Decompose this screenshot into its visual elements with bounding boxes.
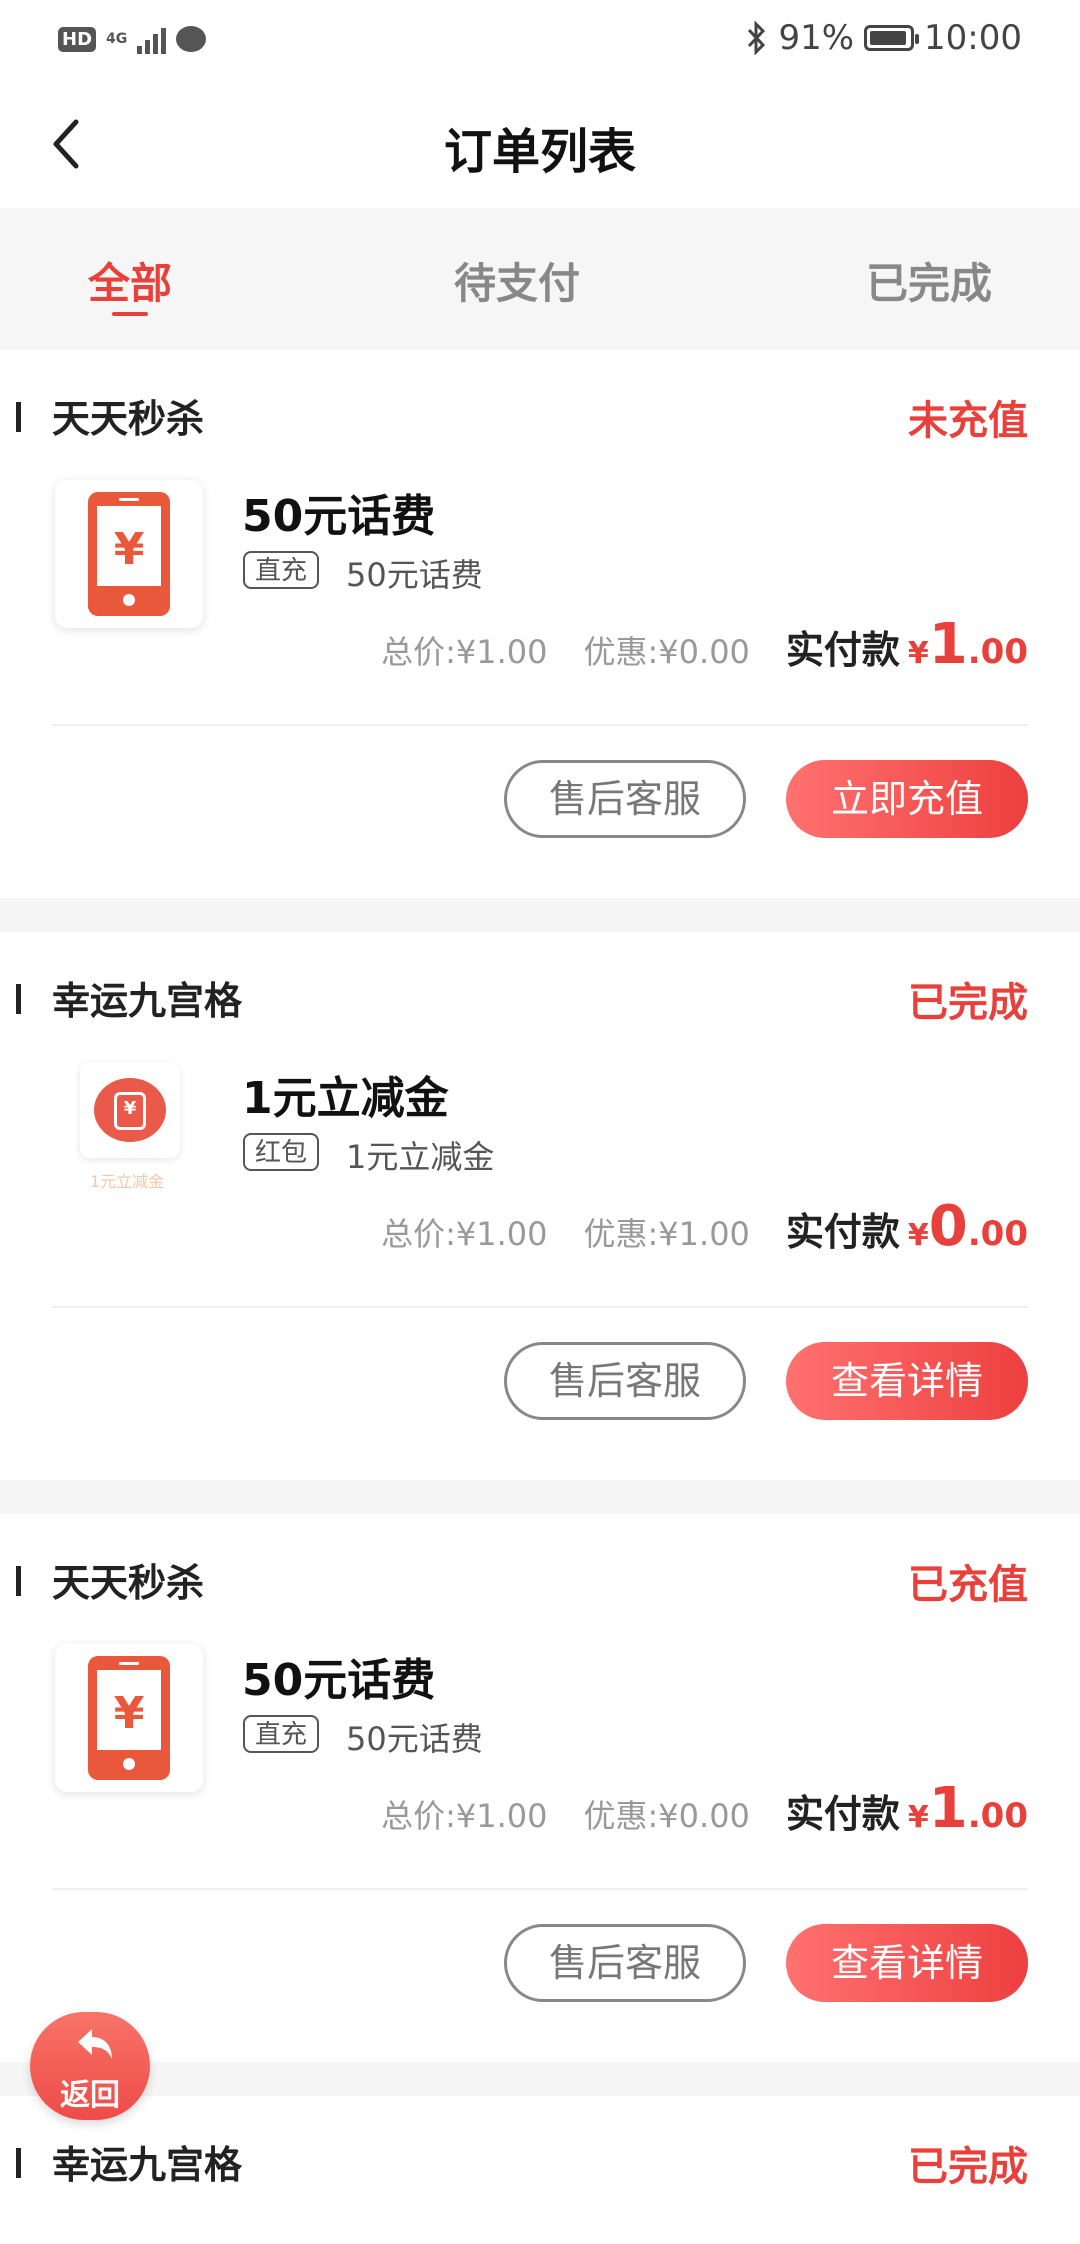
- shop-name: 幸运九宫格: [52, 979, 243, 1023]
- order-status: 未充值: [908, 398, 1028, 444]
- pay-amount-decimal: .00: [967, 1214, 1028, 1254]
- divider: [52, 1888, 1028, 1890]
- order-status: 已充值: [908, 1562, 1028, 1608]
- product-thumbnail: ¥: [55, 480, 203, 628]
- pay-currency: ¥: [907, 1218, 929, 1253]
- price-row: 总价: ¥1.00 优惠: ¥1.00 实付款 ¥ 0 .00: [381, 1194, 1028, 1259]
- product-subtitle: 1元立减金: [346, 1138, 495, 1176]
- floating-back-label: 返回: [60, 2078, 120, 2113]
- order-card: 天天秒杀 已充值 ¥ 50元话费 直充 50元话费 总价: ¥1.00 优惠: …: [0, 1514, 1080, 2062]
- after-sales-button[interactable]: 售后客服: [504, 1924, 746, 2002]
- shop-name: 幸运九宫格: [52, 2143, 243, 2187]
- product-title: 50元话费: [242, 491, 436, 542]
- product-tag: 直充: [243, 1715, 320, 1753]
- product-subtitle: 50元话费: [346, 556, 483, 594]
- pay-amount-integer: 1: [928, 1776, 968, 1841]
- section-marker: [16, 984, 21, 1014]
- phone-recharge-icon: ¥: [88, 1656, 170, 1780]
- order-status: 已完成: [908, 2144, 1028, 2190]
- pay-currency: ¥: [907, 1800, 929, 1835]
- nav-header: 订单列表: [0, 80, 1080, 208]
- order-card: 幸运九宫格 已完成 ¥ 1元立减金 1元立减金 红包 1元立减金 总价: ¥1.…: [0, 932, 1080, 1480]
- product-thumbnail: ¥: [80, 1062, 180, 1158]
- pay-label: 实付款: [785, 1210, 900, 1254]
- total-label: 总价:: [381, 1797, 456, 1835]
- recharge-now-button[interactable]: 立即充值: [786, 760, 1028, 838]
- total-value: ¥1.00: [455, 1797, 548, 1835]
- tab-pending-payment[interactable]: 待支付: [454, 250, 580, 311]
- total-label: 总价:: [381, 633, 456, 671]
- discount-value: ¥1.00: [658, 1215, 750, 1253]
- order-header: 天天秒杀 已充值: [0, 1514, 1080, 1644]
- product-title: 1元立减金: [242, 1073, 449, 1124]
- divider: [52, 1306, 1028, 1308]
- clock: 10:00: [924, 18, 1022, 58]
- pay-currency: ¥: [907, 636, 929, 671]
- status-right: 91% 10:00: [746, 18, 1022, 58]
- discount-value: ¥0.00: [658, 633, 750, 671]
- red-packet-icon: ¥: [94, 1078, 166, 1142]
- view-details-button[interactable]: 查看详情: [786, 1342, 1028, 1420]
- total-value: ¥1.00: [455, 633, 548, 671]
- page-title: 订单列表: [443, 124, 636, 180]
- after-sales-button[interactable]: 售后客服: [504, 760, 746, 838]
- order-header: 天天秒杀 未充值: [0, 350, 1080, 480]
- hd-badge: HD: [58, 26, 97, 52]
- pay-label: 实付款: [785, 1792, 900, 1836]
- discount-label: 优惠:: [583, 1215, 659, 1253]
- product-tag: 直充: [243, 551, 320, 589]
- svg-text:¥: ¥: [114, 1688, 145, 1739]
- divider: [52, 724, 1028, 726]
- thumbnail-caption: 1元立减金: [90, 1172, 165, 1191]
- order-card: 幸运九宫格 已完成: [0, 2096, 1080, 2244]
- total-label: 总价:: [381, 1215, 456, 1253]
- after-sales-button[interactable]: 售后客服: [504, 1342, 746, 1420]
- shop-name: 天天秒杀: [52, 1561, 205, 1605]
- discount-label: 优惠:: [583, 633, 659, 671]
- svg-text:¥: ¥: [114, 524, 145, 575]
- signal-icon: [137, 24, 167, 54]
- order-card: 天天秒杀 未充值 ¥ 50元话费 直充 50元话费 总价: ¥1.00 优惠: …: [0, 350, 1080, 898]
- phone-recharge-icon: ¥: [88, 492, 170, 616]
- section-marker: [16, 402, 21, 432]
- section-marker: [16, 1566, 21, 1596]
- view-details-button[interactable]: 查看详情: [786, 1924, 1028, 2002]
- return-arrow-icon: [78, 2029, 112, 2059]
- order-header: 幸运九宫格 已完成: [0, 2096, 1080, 2226]
- message-icon: [176, 26, 207, 52]
- pay-amount-decimal: .00: [967, 632, 1028, 672]
- network-type: 4G: [106, 31, 128, 47]
- battery-percent: 91%: [778, 18, 855, 58]
- tab-bar: 全部 待支付 已完成: [0, 208, 1080, 350]
- product-subtitle: 50元话费: [346, 1720, 483, 1758]
- product-tag: 红包: [243, 1133, 320, 1171]
- pay-amount-decimal: .00: [967, 1796, 1028, 1836]
- section-marker: [16, 2148, 21, 2178]
- discount-value: ¥0.00: [658, 1797, 750, 1835]
- tab-active-indicator: [112, 312, 148, 316]
- bluetooth-icon: [748, 21, 766, 55]
- pay-label: 实付款: [785, 628, 900, 672]
- battery-icon: [864, 25, 920, 51]
- total-value: ¥1.00: [455, 1215, 548, 1253]
- product-title: 50元话费: [242, 1655, 436, 1706]
- order-header: 幸运九宫格 已完成: [0, 932, 1080, 1062]
- pay-amount-integer: 0: [928, 1194, 968, 1259]
- shop-name: 天天秒杀: [52, 397, 205, 441]
- pay-amount-integer: 1: [928, 612, 968, 677]
- status-bar: HD 4G 91% 10:00: [0, 0, 1080, 80]
- floating-back-button[interactable]: 返回: [30, 2012, 150, 2120]
- price-row: 总价: ¥1.00 优惠: ¥0.00 实付款 ¥ 1 .00: [381, 1776, 1028, 1841]
- tab-all[interactable]: 全部: [88, 250, 172, 311]
- tab-completed[interactable]: 已完成: [866, 250, 992, 311]
- price-row: 总价: ¥1.00 优惠: ¥0.00 实付款 ¥ 1 .00: [381, 612, 1028, 677]
- status-left: HD 4G: [58, 24, 207, 54]
- product-thumbnail: ¥: [55, 1644, 203, 1792]
- discount-label: 优惠:: [583, 1797, 659, 1835]
- order-status: 已完成: [908, 980, 1028, 1026]
